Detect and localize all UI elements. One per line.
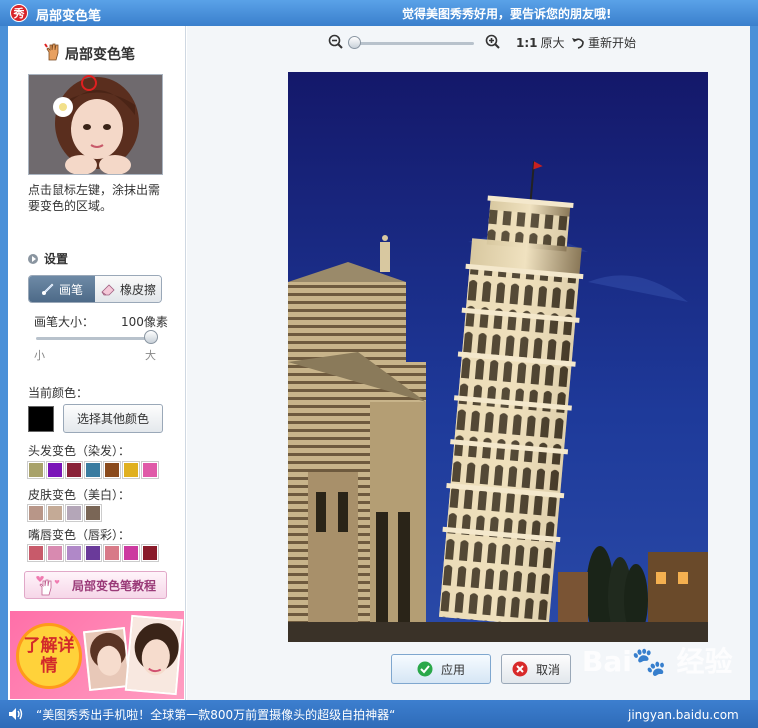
tool-toggle: 画笔 橡皮擦 [28, 275, 162, 303]
panel-title: 局部变色笔 [65, 47, 135, 63]
expand-arrow-icon [28, 254, 38, 264]
settings-heading[interactable]: 设置 [28, 250, 68, 267]
tutorial-button-label: 局部变色笔教程 [71, 578, 156, 593]
promo-photo-right [124, 614, 184, 696]
settings-label: 设置 [44, 252, 69, 266]
color-swatch[interactable] [103, 461, 121, 479]
apply-label: 应用 [440, 662, 465, 677]
editing-photo[interactable] [288, 72, 708, 642]
check-icon [417, 661, 433, 677]
apply-button[interactable]: 应用 [391, 654, 491, 684]
window-title: 局部变色笔 [36, 9, 102, 24]
hair-color-label: 头发变色（染发）： [28, 444, 131, 458]
color-swatch[interactable] [27, 504, 45, 522]
promo-banner[interactable]: 了解详情 [10, 611, 184, 699]
zoom-slider-track[interactable] [350, 42, 474, 45]
speaker-icon [9, 708, 23, 720]
color-swatch[interactable] [27, 544, 45, 562]
brush-size-slider-handle[interactable] [144, 330, 158, 344]
canvas-area: 1:1 原大 重新开始 应用 取消 [187, 26, 750, 700]
share-slogan-link[interactable]: 觉得美图秀秀好用，要告诉您的朋友哦! [402, 5, 611, 22]
brush-size-label: 画笔大小： [34, 315, 95, 329]
color-swatch[interactable] [46, 544, 64, 562]
reset-button[interactable]: 重新开始 [571, 34, 636, 51]
zoom-slider-handle[interactable] [348, 36, 361, 49]
tutorial-button[interactable]: 局部变色笔教程 [24, 571, 167, 599]
zoom-out-icon[interactable] [328, 34, 344, 50]
hand-heart-icon [36, 576, 60, 596]
baidu-watermark: Bai🐾 经验 [582, 645, 733, 678]
skin-color-swatches [27, 504, 102, 522]
color-swatch[interactable] [46, 461, 64, 479]
eraser-tool-button[interactable]: 橡皮擦 [95, 276, 161, 302]
eraser-icon [101, 284, 115, 296]
pick-other-color-button[interactable]: 选择其他颜色 [63, 404, 163, 433]
color-swatch[interactable] [122, 544, 140, 562]
undo-arrow-icon [572, 37, 584, 49]
color-swatch[interactable] [65, 504, 83, 522]
color-swatch[interactable] [84, 461, 102, 479]
actual-size-button[interactable]: 1:1 原大 [516, 34, 565, 51]
cancel-label: 取消 [535, 662, 560, 677]
actual-size-ratio: 1:1 [516, 35, 538, 50]
current-color-label: 当前颜色： [28, 386, 89, 400]
instruction-text: 点击鼠标左键，涂抹出需要变色的区域。 [28, 183, 161, 213]
hair-color-swatches [27, 461, 159, 479]
brush-size-slider-track[interactable] [36, 337, 154, 340]
color-swatch[interactable] [141, 461, 159, 479]
color-swatch[interactable] [46, 504, 64, 522]
color-swatch[interactable] [27, 461, 45, 479]
brush-hand-icon [44, 43, 59, 61]
brush-size-value: 100像素 [121, 315, 168, 329]
color-swatch[interactable] [103, 544, 121, 562]
eraser-tool-label: 橡皮擦 [119, 282, 156, 297]
promo-badge: 了解详情 [16, 623, 82, 689]
color-swatch[interactable] [122, 461, 140, 479]
color-swatch[interactable] [65, 544, 83, 562]
leaning-tower-photo [288, 72, 708, 642]
brush-icon [41, 283, 54, 295]
tool-sidebar: 局部变色笔 点击鼠标左键，涂抹出需要变色的区域。 设置 画笔 橡皮擦 画笔大小：… [8, 26, 186, 700]
promo-ticker-text[interactable]: “美图秀秀出手机啦！全球第一款800万前置摄像头的超级自拍神器“ [36, 706, 395, 723]
skin-color-label: 皮肤变色（美白）： [28, 488, 131, 502]
color-swatch[interactable] [141, 544, 159, 562]
reset-label: 重新开始 [588, 36, 637, 50]
lip-color-swatches [27, 544, 159, 562]
watermark-url: jingyan.baidu.com [628, 708, 739, 722]
brush-tool-button[interactable]: 画笔 [29, 276, 95, 302]
zoom-in-icon[interactable] [485, 34, 501, 50]
lip-color-label: 嘴唇变色（唇彩）： [28, 528, 131, 542]
color-swatch[interactable] [84, 544, 102, 562]
sample-portrait-image [29, 75, 162, 174]
editor-window: 局部变色笔 点击鼠标左键，涂抹出需要变色的区域。 设置 画笔 橡皮擦 画笔大小：… [8, 26, 750, 700]
title-bar: 秀 局部变色笔 觉得美图秀秀好用，要告诉您的朋友哦! [0, 0, 758, 26]
brush-tool-label: 画笔 [58, 282, 83, 297]
close-icon [512, 661, 528, 677]
color-swatch[interactable] [84, 504, 102, 522]
current-color-swatch[interactable] [28, 406, 54, 432]
color-swatch[interactable] [65, 461, 83, 479]
app-logo-icon: 秀 [10, 4, 28, 22]
slider-min-label: 小 [34, 349, 45, 362]
actual-size-label: 原大 [540, 36, 565, 50]
slider-max-label: 大 [145, 349, 156, 362]
promo-photo-left [82, 626, 132, 692]
zoom-toolbar: 1:1 原大 重新开始 [187, 26, 750, 60]
sample-thumbnail [28, 74, 163, 175]
cancel-button[interactable]: 取消 [501, 654, 571, 684]
